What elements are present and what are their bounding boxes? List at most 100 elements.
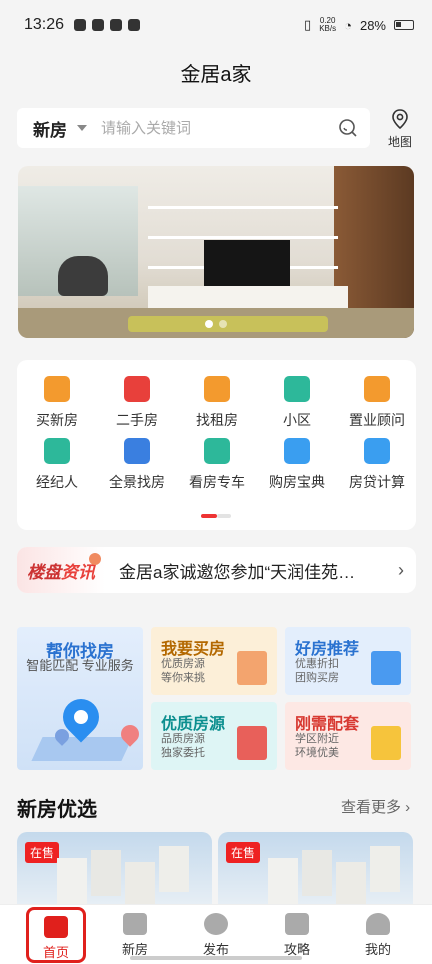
app-icon bbox=[128, 19, 141, 31]
listing-card[interactable]: 在售 bbox=[218, 832, 413, 904]
promo-recommend[interactable]: 好房推荐 优惠折扣 团购买房 bbox=[285, 627, 411, 695]
tab-label: 首页 bbox=[42, 945, 69, 960]
document-icon bbox=[371, 726, 401, 760]
banner-carousel[interactable] bbox=[18, 166, 414, 338]
quick-item-label: 二手房 bbox=[116, 412, 158, 428]
promo-title: 刚需配套 bbox=[295, 716, 360, 733]
book-icon bbox=[285, 913, 309, 935]
banner-image-chair bbox=[58, 256, 108, 296]
quick-item-consultant[interactable]: 置业顾问 bbox=[337, 376, 417, 430]
tab-new-house[interactable]: 新房 bbox=[105, 911, 165, 958]
tab-label: 新房 bbox=[121, 942, 148, 957]
banner-image-rug bbox=[128, 316, 328, 332]
listing-image bbox=[57, 858, 87, 904]
tab-guide[interactable]: 攻略 bbox=[267, 911, 327, 958]
news-text[interactable]: 金居a家诚邀您参加“天润佳苑… bbox=[105, 558, 386, 583]
building-icon bbox=[44, 376, 70, 402]
quick-item-car[interactable]: 看房专车 bbox=[177, 438, 257, 492]
battery-icon bbox=[394, 20, 414, 30]
promo-subtitle: 独家委托 bbox=[161, 747, 205, 759]
carousel-dot[interactable] bbox=[219, 320, 227, 328]
quick-entry-grid: 买新房 二手房 找租房 小区 置业顾问 经纪人 全景找房 看房专车 购房宝典 房… bbox=[17, 360, 416, 530]
promo-buy-house[interactable]: 我要买房 优质房源 等你来挑 bbox=[151, 627, 277, 695]
search-input[interactable] bbox=[101, 119, 338, 137]
home-indicator bbox=[130, 956, 302, 960]
quick-item-label: 全景找房 bbox=[109, 474, 165, 490]
quick-item-label: 购房宝典 bbox=[269, 474, 325, 490]
quick-item-vr[interactable]: 全景找房 bbox=[97, 438, 177, 492]
quick-item-community[interactable]: 小区 bbox=[257, 376, 337, 430]
quick-item-second-hand[interactable]: 二手房 bbox=[97, 376, 177, 430]
house-yuan-icon bbox=[124, 376, 150, 402]
city-selector[interactable]: 新房 bbox=[33, 116, 67, 141]
mail-icon bbox=[92, 19, 105, 31]
bottom-tab-bar: 首页 新房 发布 攻略 我的 bbox=[0, 904, 432, 964]
search-icon[interactable] bbox=[338, 118, 358, 138]
tab-label: 我的 bbox=[364, 942, 391, 957]
news-tag-part2: 资讯 bbox=[61, 562, 95, 582]
promo-title: 优质房源 bbox=[161, 716, 226, 733]
house-key-icon bbox=[204, 376, 230, 402]
pager-inactive bbox=[217, 514, 231, 518]
chevron-down-icon[interactable] bbox=[77, 125, 87, 131]
news-ticker[interactable]: 楼盘 资讯 金居a家诚邀您参加“天润佳苑… › bbox=[17, 547, 416, 593]
quick-item-label: 置业顾问 bbox=[349, 412, 405, 428]
send-icon bbox=[204, 913, 228, 935]
carousel-dot[interactable] bbox=[205, 320, 213, 328]
battery-percent: 28% bbox=[359, 17, 386, 33]
promo-subtitle: 优惠折扣 bbox=[295, 658, 339, 670]
tab-publish[interactable]: 发布 bbox=[186, 911, 246, 958]
status-badge: 在售 bbox=[25, 842, 60, 863]
quick-item-calculator[interactable]: 房贷计算 bbox=[337, 438, 417, 492]
banner-image-shelf bbox=[148, 206, 338, 209]
promo-subtitle: 环境优美 bbox=[295, 747, 339, 759]
tab-home[interactable]: 首页 bbox=[26, 907, 86, 963]
building-pin-icon bbox=[237, 726, 267, 760]
quick-item-buy-new[interactable]: 买新房 bbox=[17, 376, 97, 430]
map-label: 地图 bbox=[387, 135, 412, 149]
promo-subtitle: 团购买房 bbox=[295, 672, 339, 684]
wechat-icon bbox=[110, 19, 123, 31]
promo-subtitle: 优质房源 bbox=[161, 658, 205, 670]
consultant-icon bbox=[364, 376, 390, 402]
promo-subtitle: 智能匹配 专业服务 bbox=[26, 658, 134, 673]
notification-icon bbox=[74, 19, 87, 31]
map-button[interactable]: 地图 bbox=[380, 108, 420, 150]
news-tag-part1: 楼盘 bbox=[27, 562, 61, 582]
quick-item-label: 小区 bbox=[283, 412, 311, 428]
listing-card[interactable]: 在售 bbox=[17, 832, 212, 904]
building-icon bbox=[237, 651, 267, 685]
promo-facilities[interactable]: 刚需配套 学区附近 环境优美 bbox=[285, 702, 411, 770]
community-icon bbox=[284, 376, 310, 402]
tab-label: 发布 bbox=[202, 942, 229, 957]
quick-item-label: 找租房 bbox=[196, 412, 238, 428]
quick-item-agent[interactable]: 经纪人 bbox=[17, 438, 97, 492]
grid-pager bbox=[201, 514, 231, 518]
quick-item-label: 看房专车 bbox=[189, 474, 245, 490]
vr-glasses-icon bbox=[124, 438, 150, 464]
app-title: 金居a家 bbox=[180, 64, 252, 86]
book-icon bbox=[284, 438, 310, 464]
calculator-icon bbox=[364, 438, 390, 464]
user-icon bbox=[366, 913, 390, 935]
net-speed: 0.20 KB/s bbox=[319, 16, 337, 33]
agent-icon bbox=[44, 438, 70, 464]
home-icon bbox=[44, 916, 68, 938]
banner-image-tv bbox=[204, 240, 290, 286]
quick-item-guide[interactable]: 购房宝典 bbox=[257, 438, 337, 492]
promo-title: 我要买房 bbox=[161, 641, 226, 658]
status-badge: 在售 bbox=[226, 842, 261, 863]
view-more-link[interactable]: 查看更多 › bbox=[341, 796, 410, 817]
map-pin-icon bbox=[392, 109, 408, 130]
search-bar: 新房 bbox=[17, 108, 370, 148]
promo-quality[interactable]: 优质房源 品质房源 独家委托 bbox=[151, 702, 277, 770]
chevron-right-icon[interactable]: › bbox=[386, 560, 416, 581]
quick-item-rent[interactable]: 找租房 bbox=[177, 376, 257, 430]
tab-mine[interactable]: 我的 bbox=[348, 911, 408, 958]
promo-title: 好房推荐 bbox=[295, 641, 360, 658]
promo-find-house[interactable]: 帮你找房 智能匹配 专业服务 bbox=[17, 627, 143, 770]
news-tag: 楼盘 资讯 bbox=[17, 547, 105, 593]
pager-active bbox=[201, 514, 217, 518]
section-title: 新房优选 bbox=[17, 799, 97, 821]
building-icon bbox=[371, 651, 401, 685]
